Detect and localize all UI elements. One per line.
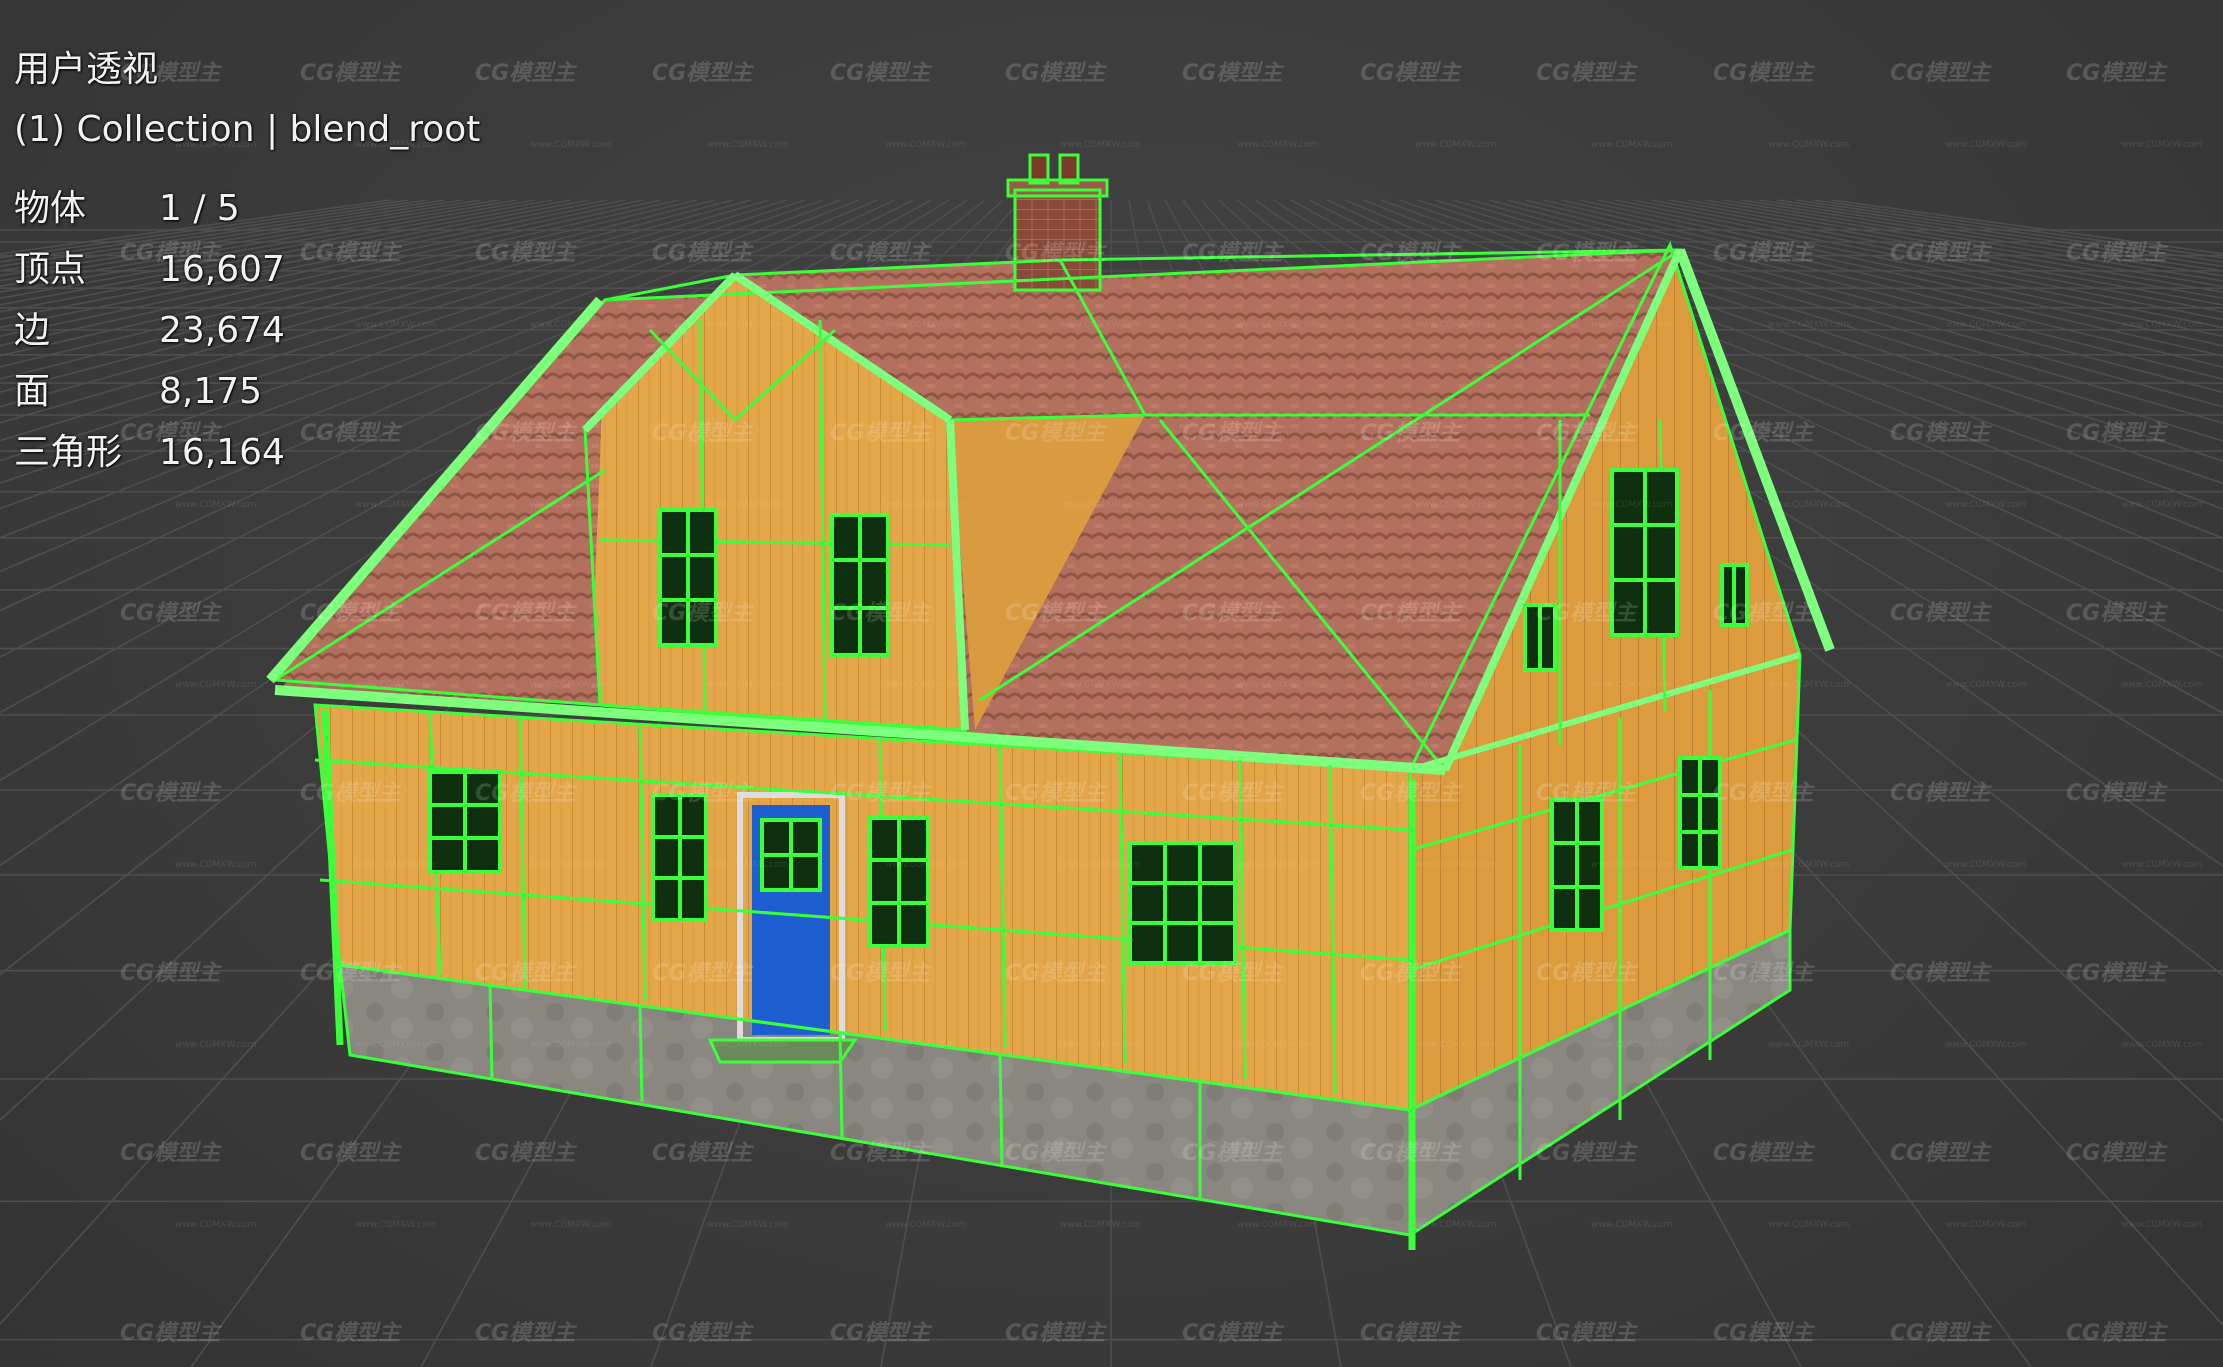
window-side-upper [1610, 468, 1679, 637]
door-step [707, 1038, 858, 1064]
window-dormer-right [830, 513, 890, 657]
chimney [1015, 190, 1100, 290]
3d-viewport[interactable]: CG模型主 www.CGMXW.com CG模型主 www.CGMXW.com CG模型… [0, 0, 2223, 1367]
house-model-scene[interactable] [0, 0, 2223, 1367]
window-side-small-2 [1720, 563, 1749, 627]
window-front-1 [428, 770, 502, 874]
window-front-4 [1128, 841, 1237, 965]
window-side-lower-2 [1678, 756, 1722, 870]
window-side-lower-1 [1550, 798, 1604, 932]
window-front-2 [651, 793, 708, 922]
window-side-small-1 [1523, 603, 1557, 672]
window-dormer-left [658, 508, 718, 647]
door-window [760, 818, 822, 892]
chimney-cap [1008, 180, 1107, 196]
window-front-3 [868, 816, 930, 948]
